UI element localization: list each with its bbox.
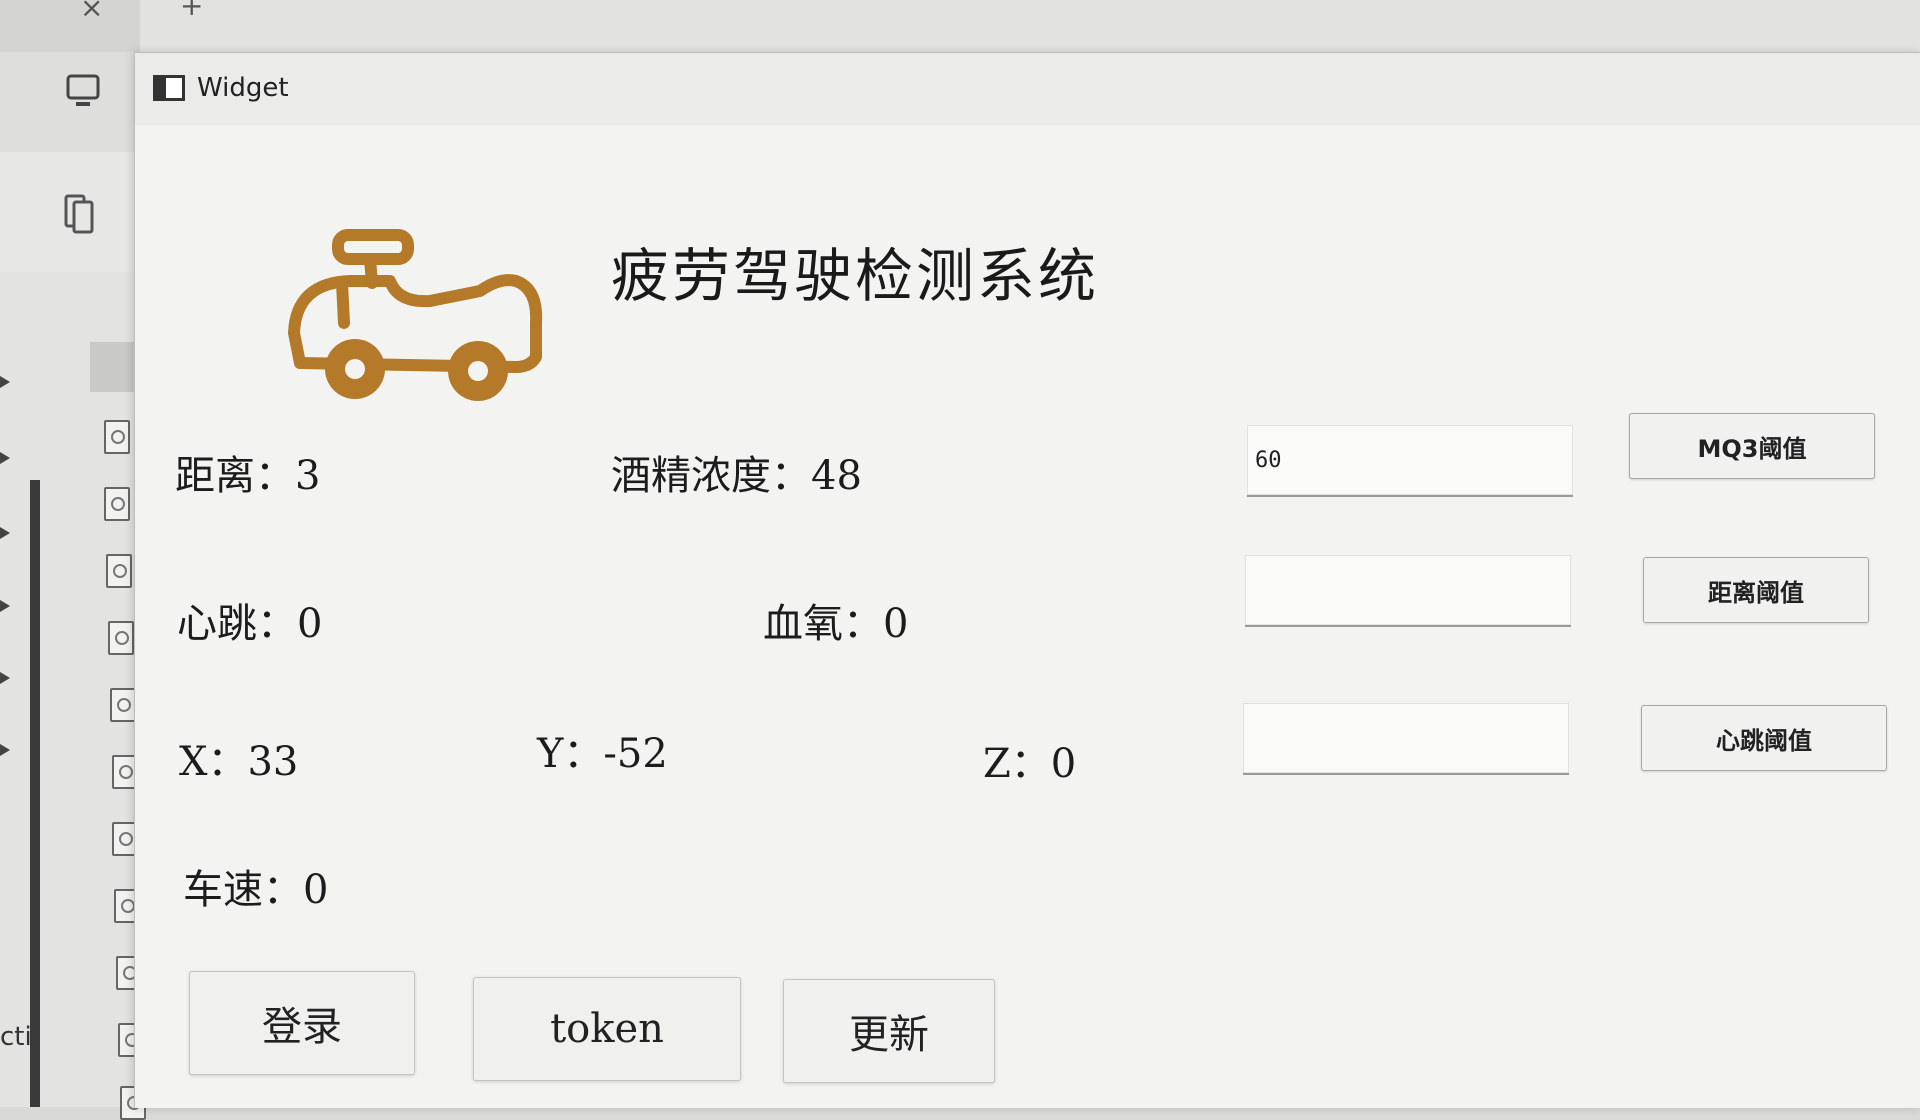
heartbeat-threshold-input[interactable] (1243, 703, 1569, 775)
heartbeat-label: 心跳：0 (177, 601, 323, 647)
mq3-threshold-button[interactable]: MQ3阈值 (1629, 413, 1875, 479)
update-button[interactable]: 更新 (783, 979, 995, 1083)
token-button[interactable]: token (473, 977, 741, 1081)
blood-oxygen-label: 血氧：0 (763, 601, 909, 647)
ide-top-left (0, 0, 140, 52)
file-icon[interactable] (110, 688, 136, 722)
ide-panel-monitor (0, 52, 140, 153)
file-icon[interactable] (108, 621, 134, 655)
distance-label: 距离：3 (175, 453, 321, 499)
distance-threshold-button[interactable]: 距离阈值 (1643, 557, 1869, 623)
window-icon (153, 75, 185, 101)
speed-label: 车速：0 (183, 867, 329, 913)
x-axis-label: X：33 (179, 739, 299, 785)
file-icon[interactable] (104, 420, 130, 454)
car-logo-icon (288, 229, 543, 401)
window-titlebar[interactable]: Widget (135, 53, 1920, 125)
login-button[interactable]: 登录 (189, 971, 415, 1075)
distance-threshold-input[interactable] (1245, 555, 1571, 627)
clipboard-icon[interactable] (60, 192, 100, 236)
monitor-icon[interactable] (64, 72, 104, 112)
ide-panel-clipboard (0, 152, 140, 273)
widget-window: Widget 疲劳驾驶检测系统 距离：3 酒精浓度：48 心跳：0 血氧：0 X… (134, 52, 1920, 1108)
file-icon[interactable] (106, 554, 132, 588)
y-axis-label: Y：-52 (537, 731, 668, 777)
sidebar-edge-text: cti (0, 1022, 32, 1052)
ide-top-strip: × + (0, 0, 1920, 52)
tree-selected-item[interactable] (90, 342, 140, 392)
app-title: 疲劳驾驶检测系统 (611, 242, 1100, 310)
heartbeat-threshold-button[interactable]: 心跳阈值 (1641, 705, 1887, 771)
z-axis-label: Z：0 (983, 741, 1077, 787)
close-icon[interactable]: × (80, 0, 103, 22)
alcohol-label: 酒精浓度：48 (611, 453, 862, 499)
mq3-threshold-input[interactable] (1247, 425, 1573, 497)
file-icon[interactable] (104, 487, 130, 521)
window-title: Widget (197, 73, 289, 103)
tree-scrollbar[interactable] (30, 480, 40, 1107)
add-icon[interactable]: + (180, 0, 203, 20)
